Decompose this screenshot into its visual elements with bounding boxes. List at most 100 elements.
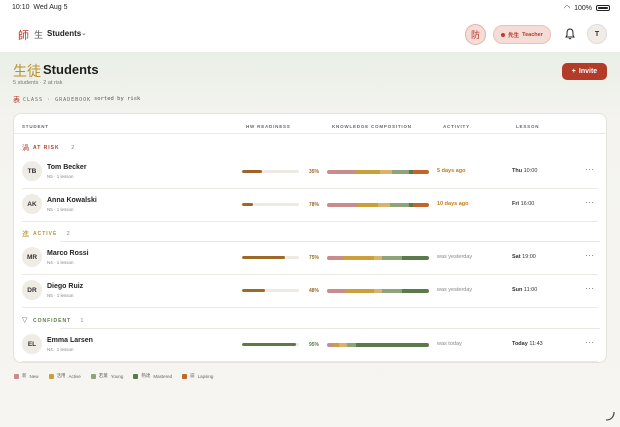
kc-segment bbox=[347, 342, 356, 347]
group-label: ACTIVE bbox=[33, 231, 58, 237]
legend: 新 New 活用 Active 若葉 Young 熟達 Mastered 崩 Lapsing bbox=[14, 373, 213, 379]
hw-percent: 48% bbox=[309, 287, 320, 294]
legend-label: Lapsing bbox=[197, 373, 214, 379]
kc-segment bbox=[327, 288, 346, 293]
status-time: 10:10 Wed Aug 5 bbox=[12, 4, 68, 11]
kc-segment bbox=[402, 288, 429, 293]
student-avatar: TB bbox=[22, 161, 42, 181]
group-divider bbox=[60, 241, 600, 242]
gradebook-card bbox=[13, 113, 607, 363]
student-name[interactable]: Diego Ruiz bbox=[47, 283, 83, 290]
section-switcher[interactable]: Students bbox=[47, 29, 81, 38]
knowledge-composition-bar bbox=[327, 255, 429, 260]
student-avatar: DR bbox=[22, 280, 42, 300]
role-pill[interactable]: 先生 Teacher bbox=[493, 25, 551, 44]
student-name[interactable]: Tom Becker bbox=[47, 164, 87, 171]
hw-percent: 75% bbox=[309, 254, 320, 261]
hw-progress-bar bbox=[242, 170, 299, 173]
group-label: CONFIDENT bbox=[33, 318, 72, 324]
legend-item: 新 New bbox=[14, 373, 39, 379]
hw-progress-fill bbox=[242, 256, 285, 259]
lesson-time: Thu 10:00 bbox=[512, 168, 537, 174]
app-logo: 師 bbox=[18, 29, 29, 42]
kanji-mode-button[interactable]: 防 bbox=[465, 24, 486, 45]
hw-progress-fill bbox=[242, 170, 262, 173]
row-divider bbox=[22, 274, 598, 275]
more-options-icon[interactable]: ··· bbox=[585, 284, 595, 293]
group-icon: 進 bbox=[22, 230, 29, 238]
legend-kanji: 熟達 bbox=[141, 373, 151, 378]
kc-segment bbox=[327, 255, 344, 260]
student-meta: N5 · 1 lesson bbox=[47, 207, 74, 212]
hw-percent: 95% bbox=[309, 341, 320, 348]
legend-kanji: 崩 bbox=[190, 373, 195, 378]
kc-segment bbox=[373, 255, 383, 260]
resize-handle-icon[interactable] bbox=[604, 410, 616, 422]
status-indicators: ◠ 100% bbox=[564, 4, 610, 12]
row-divider bbox=[22, 188, 598, 189]
chevron-down-icon[interactable]: ⌄ bbox=[81, 29, 87, 37]
column-header-student[interactable]: STUDENT bbox=[22, 124, 49, 129]
activity-text: was today bbox=[437, 341, 462, 347]
kc-segment bbox=[357, 202, 378, 207]
legend-label: New bbox=[29, 373, 39, 379]
more-options-icon[interactable]: ··· bbox=[585, 165, 595, 174]
avatar[interactable]: T bbox=[587, 24, 607, 44]
column-header-knowledge[interactable]: KNOWLEDGE COMPOSITION bbox=[332, 124, 412, 129]
student-avatar: EL bbox=[22, 334, 42, 354]
column-header-activity[interactable]: ACTIVITY bbox=[443, 124, 470, 129]
group-divider bbox=[60, 328, 600, 329]
row-divider bbox=[22, 307, 598, 308]
lesson-time: Fri 16:00 bbox=[512, 201, 534, 207]
activity-text: 10 days ago bbox=[437, 201, 469, 207]
bell-icon[interactable] bbox=[563, 27, 577, 41]
hw-percent: 78% bbox=[309, 201, 320, 208]
more-options-icon[interactable]: ··· bbox=[585, 338, 595, 347]
battery-icon bbox=[596, 5, 610, 11]
legend-swatch bbox=[90, 373, 96, 379]
section-kanji: 生 bbox=[34, 31, 44, 41]
lesson-clock: 11:43 bbox=[529, 341, 543, 347]
legend-swatch bbox=[133, 373, 139, 379]
knowledge-composition-bar bbox=[327, 342, 429, 347]
student-name[interactable]: Marco Rossi bbox=[47, 250, 89, 257]
group-count: 1 bbox=[80, 318, 84, 324]
group-icon: 渦 bbox=[22, 144, 29, 152]
lesson-clock: 10:00 bbox=[523, 168, 538, 174]
legend-swatch bbox=[14, 373, 19, 379]
hw-progress-bar bbox=[242, 343, 299, 346]
kc-segment bbox=[355, 169, 381, 174]
kc-segment bbox=[327, 202, 358, 207]
legend-swatch bbox=[182, 373, 188, 379]
student-name[interactable]: Anna Kowalski bbox=[47, 197, 97, 204]
lesson-time: Sat 19:00 bbox=[512, 254, 536, 260]
knowledge-composition-bar bbox=[327, 169, 429, 174]
page-title: Students bbox=[43, 62, 99, 77]
lesson-clock: 19:00 bbox=[522, 254, 536, 260]
lesson-day: Today bbox=[512, 341, 528, 347]
more-options-icon[interactable]: ··· bbox=[585, 251, 595, 260]
kc-segment bbox=[339, 342, 348, 347]
crumb-kanji: 表 bbox=[13, 96, 20, 104]
kc-segment bbox=[412, 169, 429, 174]
row-divider bbox=[22, 361, 598, 362]
student-meta: N4 · 1 lesson bbox=[47, 260, 74, 265]
hw-progress-bar bbox=[242, 203, 299, 206]
column-header-hw-readiness[interactable]: HW READINESS bbox=[246, 124, 291, 129]
hw-percent: 35% bbox=[309, 168, 320, 175]
lesson-day: Sun bbox=[512, 287, 523, 293]
teacher-kanji: 先生 bbox=[508, 32, 520, 39]
legend-swatch bbox=[48, 373, 54, 379]
invite-button[interactable]: + Invite bbox=[562, 63, 607, 80]
wifi-icon: ◠ bbox=[563, 5, 571, 12]
lesson-clock: 11:00 bbox=[523, 287, 538, 293]
legend-label: Active bbox=[68, 373, 81, 379]
more-options-icon[interactable]: ··· bbox=[585, 198, 595, 207]
breadcrumb: CLASS · GRADEBOOK bbox=[23, 97, 92, 103]
student-name[interactable]: Emma Larsen bbox=[47, 337, 93, 344]
kc-segment bbox=[390, 202, 409, 207]
student-avatar: MR bbox=[22, 247, 42, 267]
knowledge-composition-bar bbox=[327, 288, 429, 293]
hw-progress-fill bbox=[242, 289, 265, 292]
column-header-lesson[interactable]: LESSON bbox=[516, 124, 539, 129]
